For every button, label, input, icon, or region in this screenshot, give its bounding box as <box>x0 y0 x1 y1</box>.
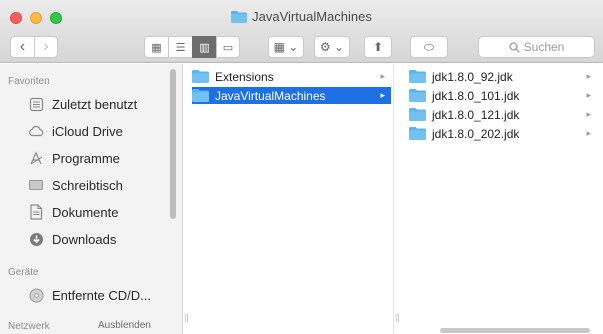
hide-network-link[interactable]: Ausblenden <box>98 320 151 331</box>
folder-name: jdk1.8.0_101.jdk <box>432 88 520 103</box>
finder-window: JavaVirtualMachines ‹ › ▦ ☰ ▥ ▭ ▦ ⌄ ⚙ ⌄ … <box>0 0 603 334</box>
folder-icon <box>409 70 426 83</box>
column-view-button[interactable]: ▥ <box>192 36 216 58</box>
group-icon: ▦ ⌄ <box>273 40 299 54</box>
navigation-buttons: ‹ › <box>10 36 58 58</box>
action-button[interactable]: ⚙ ⌄ <box>314 36 350 58</box>
folder-icon <box>231 11 248 23</box>
applications-icon <box>28 150 44 166</box>
list-item[interactable]: jdk1.8.0_121.jdk ▸ <box>409 106 597 123</box>
list-item-selected[interactable]: JavaVirtualMachines ▸ <box>192 87 391 104</box>
column-resize-handle[interactable]: || <box>184 312 189 322</box>
chevron-right-icon: ▸ <box>586 71 591 81</box>
forward-button[interactable]: › <box>34 36 58 58</box>
desktop-icon <box>28 177 44 193</box>
sidebar-item-label: Programme <box>52 150 120 166</box>
document-icon <box>28 204 44 220</box>
back-button[interactable]: ‹ <box>10 36 34 58</box>
sidebar-item-label: Entfernte CD/D... <box>52 287 151 303</box>
share-button[interactable]: ⬆ <box>364 36 392 58</box>
sidebar-item-label: Schreibtisch <box>52 177 123 193</box>
sidebar-item-icloud-drive[interactable]: iCloud Drive <box>28 120 123 142</box>
cloud-icon <box>28 123 44 139</box>
window-title: JavaVirtualMachines <box>252 9 372 24</box>
list-view-icon: ☰ <box>175 41 186 54</box>
chevron-right-icon: ▸ <box>586 90 591 100</box>
column-library: Extensions ▸ JavaVirtualMachines ▸ || <box>184 64 394 334</box>
tag-button[interactable]: ⬭ <box>410 36 448 58</box>
coverflow-view-button[interactable]: ▭ <box>216 36 240 58</box>
folder-icon <box>192 89 209 102</box>
folder-name: jdk1.8.0_121.jdk <box>432 107 520 122</box>
favorites-header: Favoriten <box>8 76 50 87</box>
folder-icon <box>409 127 426 140</box>
search-icon <box>508 41 520 53</box>
sidebar-item-label: Downloads <box>52 231 117 247</box>
clock-icon <box>28 96 44 112</box>
disc-icon <box>28 287 44 303</box>
list-view-button[interactable]: ☰ <box>168 36 192 58</box>
chevron-right-icon: ▸ <box>380 90 385 100</box>
view-mode-control: ▦ ☰ ▥ ▭ <box>144 36 240 58</box>
sidebar-item-dokumente[interactable]: Dokumente <box>28 201 118 223</box>
list-item[interactable]: jdk1.8.0_92.jdk ▸ <box>409 68 597 85</box>
sidebar-item-recents[interactable]: Zuletzt benutzt <box>28 93 137 115</box>
chevron-right-icon: ▸ <box>380 71 385 81</box>
sidebar-scrollbar[interactable] <box>170 69 176 219</box>
horizontal-scrollbar[interactable] <box>440 328 590 333</box>
gear-icon: ⚙ ⌄ <box>319 40 345 54</box>
back-icon: ‹ <box>19 38 26 55</box>
sidebar-item-schreibtisch[interactable]: Schreibtisch <box>28 174 123 196</box>
sidebar-item-label: Zuletzt benutzt <box>52 96 138 112</box>
folder-icon <box>409 108 426 121</box>
sidebar: Favoriten Zuletzt benutzt iCloud Drive P… <box>0 64 183 334</box>
titlebar: JavaVirtualMachines ‹ › ▦ ☰ ▥ ▭ ▦ ⌄ ⚙ ⌄ … <box>0 0 603 63</box>
forward-icon: › <box>43 38 49 55</box>
chevron-right-icon: ▸ <box>586 128 591 138</box>
window-title-area: JavaVirtualMachines <box>0 9 603 24</box>
sidebar-item-label: iCloud Drive <box>52 123 123 139</box>
tag-icon: ⬭ <box>423 39 435 54</box>
sidebar-item-programme[interactable]: Programme <box>28 147 120 169</box>
folder-icon <box>409 89 426 102</box>
sidebar-item-downloads[interactable]: Downloads <box>28 228 116 250</box>
sidebar-item-label: Dokumente <box>52 204 119 220</box>
list-item[interactable]: jdk1.8.0_202.jdk ▸ <box>409 125 597 142</box>
icon-view-button[interactable]: ▦ <box>144 36 168 58</box>
share-icon: ⬆ <box>372 40 384 54</box>
search-placeholder: Suchen <box>523 40 565 54</box>
folder-name: jdk1.8.0_202.jdk <box>432 126 520 141</box>
folder-icon <box>192 70 209 83</box>
column-resize-handle[interactable]: || <box>395 312 400 322</box>
network-header: Netzwerk <box>8 321 50 332</box>
folder-name: Extensions <box>215 69 274 84</box>
search-field[interactable]: Suchen <box>478 36 595 58</box>
icon-view-icon: ▦ <box>151 41 162 54</box>
sidebar-item-remote-cd[interactable]: Entfernte CD/D... <box>28 284 151 306</box>
group-button[interactable]: ▦ ⌄ <box>268 36 304 58</box>
devices-header: Geräte <box>8 267 39 278</box>
folder-name: jdk1.8.0_92.jdk <box>432 69 513 84</box>
folder-name: JavaVirtualMachines <box>215 88 326 103</box>
download-icon <box>28 231 44 247</box>
column-view-icon: ▥ <box>199 41 210 54</box>
chevron-right-icon: ▸ <box>586 109 591 119</box>
list-item[interactable]: Extensions ▸ <box>192 68 391 85</box>
list-item[interactable]: jdk1.8.0_101.jdk ▸ <box>409 87 597 104</box>
coverflow-view-icon: ▭ <box>222 41 234 54</box>
column-javavirtualmachines: jdk1.8.0_92.jdk ▸ jdk1.8.0_101.jdk ▸ jdk… <box>395 64 603 334</box>
